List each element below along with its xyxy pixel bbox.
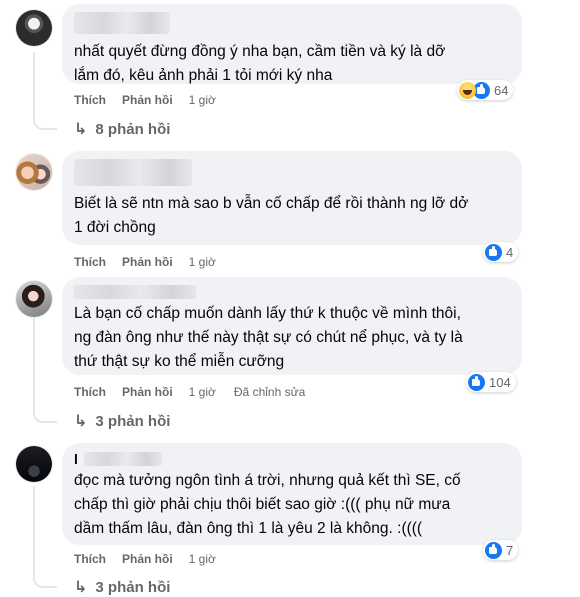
- view-replies-button[interactable]: ↳ 3 phản hồi: [74, 577, 170, 597]
- comment-bubble: l đọc mà tưởng ngôn tình á trời, nhưng q…: [62, 443, 522, 545]
- view-replies-button[interactable]: ↳ 3 phản hồi: [74, 411, 170, 431]
- comment-text: Biết là sẽ ntn mà sao b vẫn cố chấp để r…: [74, 195, 469, 236]
- reply-arrow-icon: ↳: [74, 121, 88, 138]
- comment-actions: Thích Phản hồi 1 giờ Đã chỉnh sửa: [74, 385, 305, 399]
- reaction-summary[interactable]: 104: [466, 372, 516, 392]
- timestamp[interactable]: 1 giờ: [189, 552, 216, 566]
- author-name-row: l: [74, 451, 510, 467]
- comment-bubble: Biết là sẽ ntn mà sao b vẫn cố chấp để r…: [62, 151, 522, 245]
- reply-button[interactable]: Phản hồi: [122, 552, 173, 566]
- like-icon: [485, 541, 502, 559]
- reply-arrow-icon: ↳: [74, 579, 88, 596]
- like-button[interactable]: Thích: [74, 385, 106, 399]
- timestamp[interactable]: 1 giờ: [189, 385, 216, 399]
- like-button[interactable]: Thích: [74, 552, 106, 566]
- author-name-redacted[interactable]: [83, 452, 162, 466]
- like-button[interactable]: Thích: [74, 255, 106, 269]
- comment-text: nhất quyết đừng đồng ý nha bạn, cầm tiền…: [74, 43, 446, 84]
- avatar[interactable]: [16, 10, 52, 46]
- avatar[interactable]: [16, 281, 52, 317]
- reply-button[interactable]: Phản hồi: [122, 93, 173, 107]
- thread-line: [33, 486, 57, 588]
- like-button[interactable]: Thích: [74, 93, 106, 107]
- avatar[interactable]: [16, 446, 52, 482]
- comment-text: đọc mà tưởng ngôn tình á trời, nhưng quả…: [74, 472, 461, 537]
- reaction-count: 4: [506, 244, 514, 260]
- comment-bubble: Là bạn cố chấp muốn dành lấy thứ k thuộc…: [62, 277, 522, 375]
- reaction-count: 64: [494, 82, 509, 98]
- reply-button[interactable]: Phản hồi: [122, 385, 173, 399]
- comment-bubble: nhất quyết đừng đồng ý nha bạn, cầm tiền…: [62, 4, 522, 84]
- reaction-summary[interactable]: 4: [483, 242, 519, 262]
- timestamp[interactable]: 1 giờ: [189, 93, 216, 107]
- like-icon: [485, 243, 502, 261]
- comment-actions: Thích Phản hồi 1 giờ: [74, 255, 238, 269]
- reply-arrow-icon: ↳: [74, 413, 88, 430]
- edited-label[interactable]: Đã chỉnh sửa: [234, 385, 305, 399]
- haha-icon: [459, 81, 476, 99]
- thread-line: [33, 318, 57, 423]
- reply-button[interactable]: Phản hồi: [122, 255, 173, 269]
- avatar[interactable]: [16, 154, 52, 190]
- author-initial[interactable]: l: [74, 451, 78, 467]
- like-icon: [468, 373, 485, 391]
- view-replies-button[interactable]: ↳ 8 phản hồi: [74, 119, 170, 139]
- reaction-summary[interactable]: 7: [483, 540, 519, 560]
- reaction-summary[interactable]: 64: [457, 80, 514, 100]
- timestamp[interactable]: 1 giờ: [189, 255, 216, 269]
- author-name-redacted[interactable]: [74, 12, 170, 34]
- reaction-count: 104: [489, 374, 511, 390]
- author-name-redacted[interactable]: [74, 159, 192, 186]
- comment-text: Là bạn cố chấp muốn dành lấy thứ k thuộc…: [74, 305, 463, 370]
- comment-actions: Thích Phản hồi 1 giờ: [74, 552, 238, 566]
- author-name-redacted[interactable]: [74, 285, 196, 299]
- comment-actions: Thích Phản hồi 1 giờ: [74, 93, 238, 107]
- thread-line: [33, 52, 57, 130]
- reaction-count: 7: [506, 542, 514, 558]
